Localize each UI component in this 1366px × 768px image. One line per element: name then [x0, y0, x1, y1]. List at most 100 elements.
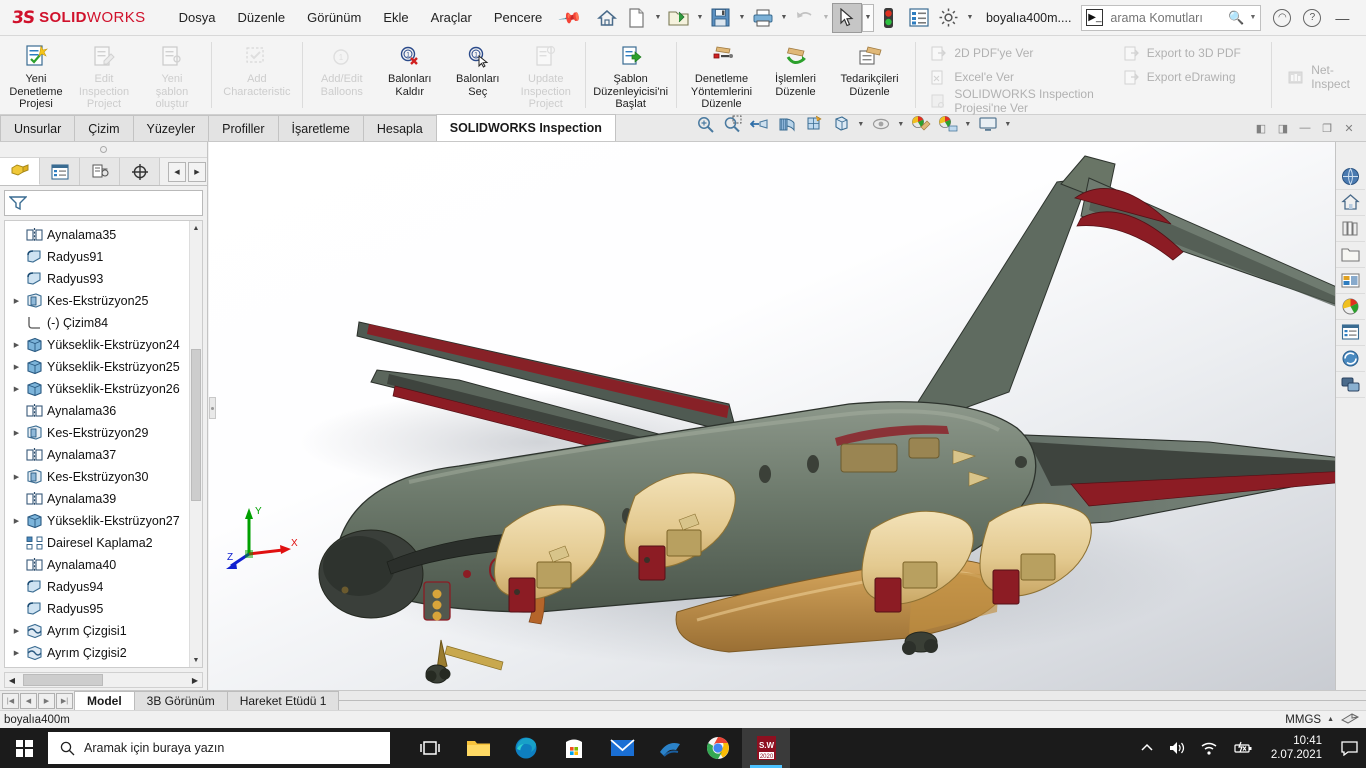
feature-tree-filter[interactable]	[4, 190, 203, 216]
tab-prev-button[interactable]: ◀	[20, 692, 37, 709]
ribbon-edit-inspection-methods[interactable]: Denetleme Yöntemlerini Düzenle	[682, 39, 762, 112]
ribbon-edit-suppliers[interactable]: Tedarikçileri Düzenle	[830, 39, 910, 109]
expand-arrow-icon[interactable]: ▶	[11, 363, 22, 371]
ribbon-remove-balloons[interactable]: 1 Balonları Kaldır	[376, 39, 444, 109]
view-settings-icon[interactable]	[975, 112, 1001, 136]
tile-right-icon[interactable]: ◨	[1272, 117, 1294, 139]
help-circle-icon[interactable]: ?	[1297, 3, 1327, 33]
solidworks-resources-icon[interactable]	[1336, 164, 1365, 190]
volume-icon[interactable]	[1161, 728, 1193, 768]
edit-appearance-icon[interactable]	[908, 112, 934, 136]
ribbon-add-characteristic[interactable]: Add Characteristic	[217, 39, 297, 109]
minimize-button[interactable]: —	[1327, 3, 1357, 33]
ribbon-new-template[interactable]: Yeni şablon oluştur	[138, 39, 206, 112]
rebuild-icon[interactable]	[874, 3, 904, 33]
account-circle-icon[interactable]: ◠	[1267, 3, 1297, 33]
feature-tree-item[interactable]: ▶ Aynalama39	[5, 488, 189, 510]
ribbon-edit-operations[interactable]: İşlemleri Düzenle	[762, 39, 830, 109]
expand-arrow-icon[interactable]: ▶	[11, 473, 22, 481]
feature-tree-item[interactable]: ▶ Aynalama40	[5, 554, 189, 576]
select-cursor-icon[interactable]	[831, 2, 862, 33]
configuration-manager-tab[interactable]	[80, 158, 120, 185]
feature-tree-item[interactable]: ▶ Aynalama37	[5, 444, 189, 466]
ribbon-add-edit-balloons[interactable]: 1 Add/Edit Balloons	[308, 39, 376, 109]
tree-tab-prev-arrow[interactable]: ◀	[168, 161, 186, 182]
search-dropdown-icon[interactable]: ▼	[1249, 14, 1256, 21]
feature-tree-scrollbar[interactable]: ▲ ▼	[189, 221, 202, 667]
feature-manager-tab[interactable]	[0, 158, 40, 185]
hide-show-dropdown-icon[interactable]: ▼	[895, 109, 907, 139]
select-dropdown-icon[interactable]: ▼	[861, 3, 874, 32]
dimxpert-manager-tab[interactable]	[120, 158, 160, 185]
hide-show-items-icon[interactable]	[868, 112, 894, 136]
settings-gear-icon[interactable]	[934, 3, 964, 33]
previous-view-icon[interactable]	[747, 112, 773, 136]
feature-tree-item[interactable]: ▶ Ayrım Çizgisi2	[5, 642, 189, 664]
mail-icon[interactable]	[598, 728, 646, 768]
tab-cizim[interactable]: Çizim	[74, 115, 134, 141]
search-input[interactable]	[1108, 9, 1224, 26]
display-style-dropdown-icon[interactable]: ▼	[855, 109, 867, 139]
print-dropdown-icon[interactable]: ▼	[778, 3, 790, 33]
print-icon[interactable]	[748, 3, 778, 33]
hscroll-thumb[interactable]	[23, 674, 103, 686]
export-3d-pdf-row[interactable]: Export to 3D PDF	[1117, 41, 1269, 65]
feature-tree-item[interactable]: ▶ Radyus94	[5, 576, 189, 598]
new-document-icon[interactable]	[622, 3, 652, 33]
expand-arrow-icon[interactable]: ▶	[11, 385, 22, 393]
section-view-icon[interactable]	[774, 112, 800, 136]
command-search-box[interactable]: ▶_ 🔍 ▼	[1081, 4, 1262, 31]
expand-arrow-icon[interactable]: ▶	[11, 649, 22, 657]
zoom-to-area-icon[interactable]	[720, 112, 746, 136]
feature-tree-item[interactable]: ▶ Ayrım Çizgisi1	[5, 620, 189, 642]
comments-icon[interactable]	[1336, 372, 1365, 398]
view-settings-dropdown-icon[interactable]: ▼	[1002, 109, 1014, 139]
show-hidden-icons-icon[interactable]	[1133, 728, 1161, 768]
pushpin-icon[interactable]: 📌	[558, 5, 584, 31]
scroll-down-arrow[interactable]: ▼	[190, 653, 202, 667]
doc-restore-icon[interactable]: ❐	[1316, 117, 1338, 139]
menu-item-ekle[interactable]: Ekle	[372, 5, 419, 30]
sway-icon[interactable]	[646, 728, 694, 768]
feature-tree-item[interactable]: ▶ Yükseklik-Ekstrüzyon24	[5, 334, 189, 356]
ribbon-launch-template-editor[interactable]: Şablon Düzenleyicisi'ni Başlat	[591, 39, 671, 112]
feature-tree-horizontal-scrollbar[interactable]: ◀ ▶	[4, 672, 203, 688]
expand-arrow-icon[interactable]: ▶	[11, 341, 22, 349]
menu-item-dosya[interactable]: Dosya	[168, 5, 227, 30]
solidworks-2020-icon[interactable]: S.W 2020	[742, 728, 790, 768]
taskbar-search-box[interactable]: Aramak için buraya yazın	[48, 732, 390, 764]
feature-tree-item[interactable]: ▶ Kes-Ekstrüzyon29	[5, 422, 189, 444]
menu-item-gorunum[interactable]: Görünüm	[296, 5, 372, 30]
menu-item-pencere[interactable]: Pencere	[483, 5, 553, 30]
home-icon[interactable]	[592, 3, 622, 33]
feature-tree-item[interactable]: ▶ Radyus95	[5, 598, 189, 620]
feature-tree-item[interactable]: ▶ Radyus93	[5, 268, 189, 290]
apply-scene-icon[interactable]	[935, 112, 961, 136]
settings-dropdown-icon[interactable]: ▼	[964, 3, 976, 33]
tab-profiller[interactable]: Profiller	[208, 115, 279, 141]
open-dropdown-icon[interactable]: ▼	[694, 3, 706, 33]
tile-left-icon[interactable]: ◧	[1250, 117, 1272, 139]
export-excel-row[interactable]: Excel'e Ver	[924, 65, 1110, 89]
tab-solidworks-inspection[interactable]: SOLIDWORKS Inspection	[435, 114, 616, 141]
tree-tab-next-arrow[interactable]: ▶	[188, 161, 206, 182]
file-explorer-icon[interactable]	[454, 728, 502, 768]
feature-tree-item[interactable]: ▶ (-) Çizim84	[5, 312, 189, 334]
file-explorer-icon[interactable]	[1336, 242, 1365, 268]
feature-tree-item[interactable]: ▶Ayrım Çizgisi3	[5, 664, 189, 667]
save-icon[interactable]	[706, 3, 736, 33]
ribbon-edit-inspection-project[interactable]: Edit Inspection Project	[70, 39, 138, 112]
zoom-to-fit-icon[interactable]	[693, 112, 719, 136]
ribbon-new-inspection-project[interactable]: Yeni Denetleme Projesi	[2, 39, 70, 112]
scroll-thumb[interactable]	[191, 349, 201, 501]
undo-icon[interactable]	[790, 3, 820, 33]
scroll-up-arrow[interactable]: ▲	[190, 221, 202, 235]
ribbon-select-balloons[interactable]: 1 Balonları Seç	[444, 39, 512, 109]
export-2d-pdf-row[interactable]: 2D PDF'ye Ver	[924, 41, 1110, 65]
microsoft-edge-icon[interactable]	[502, 728, 550, 768]
expand-arrow-icon[interactable]: ▶	[11, 517, 22, 525]
custom-properties-icon[interactable]	[1336, 320, 1365, 346]
restore-button[interactable]: ❐	[1357, 3, 1366, 33]
view-orientation-icon[interactable]	[801, 112, 827, 136]
feature-tree-item[interactable]: ▶ Yükseklik-Ekstrüzyon25	[5, 356, 189, 378]
